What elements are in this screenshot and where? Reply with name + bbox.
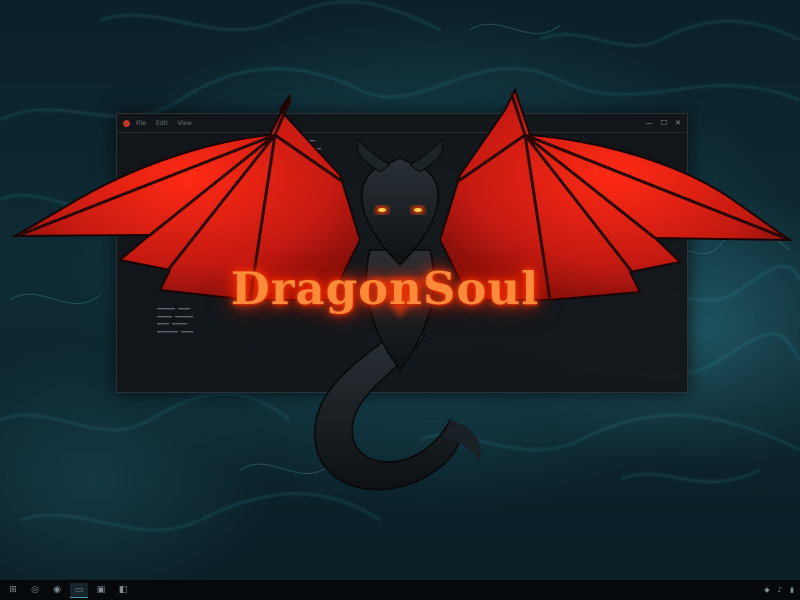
network-icon[interactable]: ◆ <box>764 586 769 594</box>
system-tray: ◆ ♪ ▮ <box>764 586 800 594</box>
terminal-icon[interactable]: ▣ <box>92 583 110 597</box>
dragon-head <box>361 157 439 267</box>
desktop: File Edit View — ☐ ✕ ▬▬▬▬ ▬▬ ▬▬▬▬ ▬▬▬▬▬ ▬▬… <box>0 0 800 600</box>
dragon-tail <box>314 329 461 491</box>
start-icon[interactable]: ⊞ <box>4 583 22 597</box>
app-icon[interactable]: ◧ <box>114 583 132 597</box>
battery-icon[interactable]: ▮ <box>790 586 794 594</box>
browser-icon[interactable]: ◉ <box>48 583 66 597</box>
taskbar: ⊞ ◎ ◉ ▭ ▣ ◧ ◆ ♪ ▮ <box>0 579 800 600</box>
dragon-horn-right <box>409 139 444 173</box>
dragonsoul-logo: DragonSoul <box>230 262 540 315</box>
dragon-horn-left <box>356 139 391 173</box>
search-icon[interactable]: ◎ <box>26 583 44 597</box>
taskbar-apps: ⊞ ◎ ◉ ▭ ▣ ◧ <box>0 582 132 598</box>
file-icon[interactable]: ▭ <box>70 582 88 598</box>
volume-icon[interactable]: ♪ <box>778 586 782 594</box>
